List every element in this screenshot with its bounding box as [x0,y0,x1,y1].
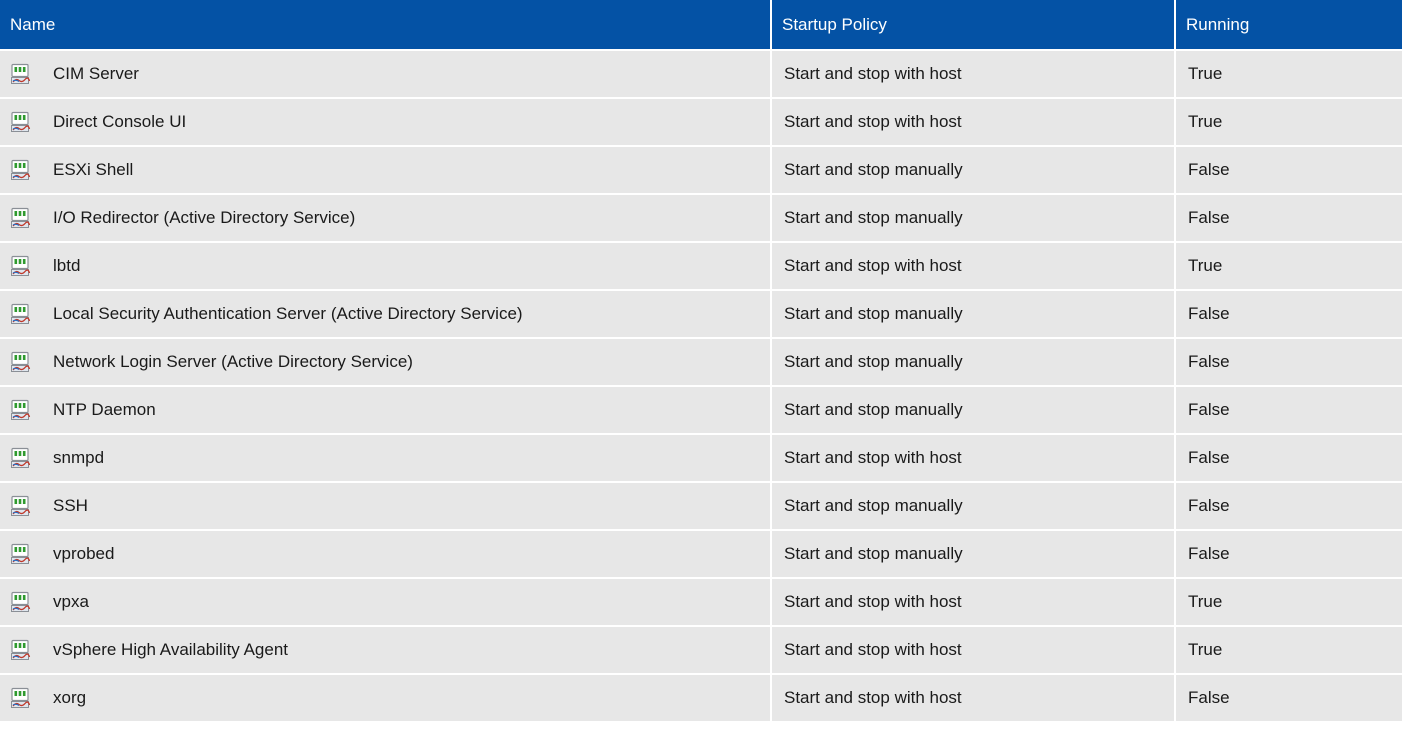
running-cell: False [1176,481,1402,529]
table-row[interactable]: vSphere High Availability Agent Start an… [0,625,1402,673]
service-name: I/O Redirector (Active Directory Service… [53,208,356,227]
service-name: xorg [53,688,87,707]
table-row[interactable]: CIM Server Start and stop with host True [0,49,1402,97]
service-icon [10,255,32,277]
service-name: vSphere High Availability Agent [53,640,289,659]
service-icon [10,447,32,469]
startup-policy-cell: Start and stop with host [772,433,1176,481]
name-cell: Network Login Server (Active Directory S… [0,337,772,385]
service-name: CIM Server [53,64,139,83]
service-icon [10,207,32,229]
service-name: SSH [53,496,88,515]
running-cell: True [1176,241,1402,289]
name-cell: xorg [0,673,772,721]
table-row[interactable]: vpxa Start and stop with host True [0,577,1402,625]
name-cell: SSH [0,481,772,529]
table-row[interactable]: ESXi Shell Start and stop manually False [0,145,1402,193]
table-row[interactable]: I/O Redirector (Active Directory Service… [0,193,1402,241]
running-cell: True [1176,49,1402,97]
name-cell: NTP Daemon [0,385,772,433]
startup-policy-cell: Start and stop with host [772,97,1176,145]
running-cell: False [1176,337,1402,385]
service-icon [10,303,32,325]
service-name: vpxa [53,592,89,611]
startup-policy-cell: Start and stop with host [772,673,1176,721]
startup-policy-cell: Start and stop manually [772,289,1176,337]
name-cell: ESXi Shell [0,145,772,193]
running-cell: True [1176,577,1402,625]
startup-policy-cell: Start and stop manually [772,193,1176,241]
table-row[interactable]: SSH Start and stop manually False [0,481,1402,529]
service-icon [10,687,32,709]
name-cell: lbtd [0,241,772,289]
service-icon [10,495,32,517]
service-name: NTP Daemon [53,400,156,419]
service-name: vprobed [53,544,115,563]
services-table: Name Startup Policy Running CIM Server S… [0,0,1402,721]
running-cell: False [1176,385,1402,433]
service-icon [10,159,32,181]
service-name: ESXi Shell [53,160,134,179]
name-cell: vSphere High Availability Agent [0,625,772,673]
service-icon [10,543,32,565]
service-icon [10,111,32,133]
service-icon [10,591,32,613]
name-cell: CIM Server [0,49,772,97]
running-cell: False [1176,433,1402,481]
service-icon [10,399,32,421]
running-cell: False [1176,289,1402,337]
service-name: Direct Console UI [53,112,187,131]
name-cell: Local Security Authentication Server (Ac… [0,289,772,337]
startup-policy-cell: Start and stop manually [772,529,1176,577]
name-cell: Direct Console UI [0,97,772,145]
service-name: snmpd [53,448,105,467]
running-cell: False [1176,673,1402,721]
column-header-name[interactable]: Name [0,0,772,49]
column-header-running[interactable]: Running [1176,0,1402,49]
header-row: Name Startup Policy Running [0,0,1402,49]
column-header-startup-policy[interactable]: Startup Policy [772,0,1176,49]
service-icon [10,63,32,85]
table-row[interactable]: xorg Start and stop with host False [0,673,1402,721]
name-cell: snmpd [0,433,772,481]
running-cell: True [1176,97,1402,145]
table-row[interactable]: Direct Console UI Start and stop with ho… [0,97,1402,145]
running-cell: False [1176,529,1402,577]
startup-policy-cell: Start and stop with host [772,49,1176,97]
startup-policy-cell: Start and stop manually [772,337,1176,385]
startup-policy-cell: Start and stop with host [772,625,1176,673]
service-name: Local Security Authentication Server (Ac… [53,304,523,323]
service-name: Network Login Server (Active Directory S… [53,352,413,371]
table-row[interactable]: Network Login Server (Active Directory S… [0,337,1402,385]
table-row[interactable]: Local Security Authentication Server (Ac… [0,289,1402,337]
name-cell: vpxa [0,577,772,625]
table-row[interactable]: lbtd Start and stop with host True [0,241,1402,289]
table-row[interactable]: snmpd Start and stop with host False [0,433,1402,481]
startup-policy-cell: Start and stop with host [772,577,1176,625]
service-icon [10,639,32,661]
name-cell: I/O Redirector (Active Directory Service… [0,193,772,241]
name-cell: vprobed [0,529,772,577]
running-cell: False [1176,193,1402,241]
running-cell: False [1176,145,1402,193]
service-name: lbtd [53,256,81,275]
startup-policy-cell: Start and stop manually [772,481,1176,529]
service-icon [10,351,32,373]
startup-policy-cell: Start and stop manually [772,145,1176,193]
startup-policy-cell: Start and stop manually [772,385,1176,433]
table-row[interactable]: NTP Daemon Start and stop manually False [0,385,1402,433]
running-cell: True [1176,625,1402,673]
table-row[interactable]: vprobed Start and stop manually False [0,529,1402,577]
startup-policy-cell: Start and stop with host [772,241,1176,289]
